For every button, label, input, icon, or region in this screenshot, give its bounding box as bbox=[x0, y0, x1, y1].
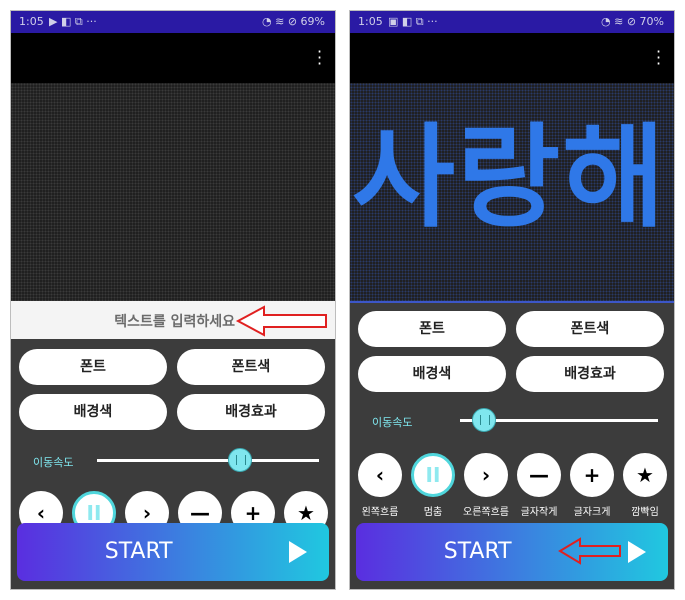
notification-icons: ▣ ◧ ⧉ ··· bbox=[388, 15, 438, 28]
more-options-icon[interactable]: · · · bbox=[317, 44, 322, 72]
app-bar: · · · bbox=[11, 33, 335, 83]
battery-level: 70% bbox=[639, 15, 664, 28]
led-display bbox=[11, 83, 335, 301]
more-options-icon[interactable]: · · · bbox=[656, 44, 661, 72]
speed-label: 이동속도 bbox=[33, 456, 74, 469]
status-bar: 1:05 ▶ ◧ ⧉ ··· ◔ ≋ ⊘ 69% bbox=[11, 11, 335, 33]
speed-slider[interactable] bbox=[97, 459, 319, 462]
speed-label: 이동속도 bbox=[372, 416, 413, 429]
flow-right-label: 오른쪽흐름 bbox=[463, 507, 509, 518]
status-time: 1:05 bbox=[358, 15, 383, 28]
bg-color-button[interactable]: 배경색 bbox=[19, 394, 167, 430]
font-color-button[interactable]: 폰트색 bbox=[516, 311, 664, 347]
blink-label: 깜빡임 bbox=[631, 507, 659, 518]
text-smaller-button[interactable]: — bbox=[517, 453, 561, 497]
signal-icons: ◔ ≋ ⊘ bbox=[601, 15, 640, 28]
font-button[interactable]: 폰트 bbox=[19, 349, 167, 385]
bg-effect-button[interactable]: 배경효과 bbox=[516, 356, 664, 392]
blink-button[interactable]: ★ bbox=[623, 453, 667, 497]
divider bbox=[350, 301, 674, 303]
status-right: ◔ ≋ ⊘ 69% bbox=[262, 15, 325, 28]
speed-slider-thumb[interactable] bbox=[472, 408, 496, 432]
status-bar: 1:05 ▣ ◧ ⧉ ··· ◔ ≋ ⊘ 70% bbox=[350, 11, 674, 33]
play-icon bbox=[628, 541, 646, 563]
font-color-button[interactable]: 폰트색 bbox=[177, 349, 325, 385]
pause-button[interactable]: II bbox=[411, 453, 455, 497]
left-phone-screen: 1:05 ▶ ◧ ⧉ ··· ◔ ≋ ⊘ 69% · · · 텍스트를 입력하세요 … bbox=[10, 10, 336, 590]
pause-label: 멈춤 bbox=[423, 507, 443, 518]
right-phone-screen: 1:05 ▣ ◧ ⧉ ··· ◔ ≋ ⊘ 70% · · · 사랑해 폰트 폰트색 … bbox=[349, 10, 675, 590]
annotation-arrow-icon bbox=[235, 305, 327, 337]
start-label: START bbox=[104, 539, 173, 564]
bg-effect-button[interactable]: 배경효과 bbox=[177, 394, 325, 430]
status-right: ◔ ≋ ⊘ 70% bbox=[601, 15, 664, 28]
led-display: 사랑해 bbox=[350, 83, 674, 301]
flow-left-label: 왼쪽흐름 bbox=[361, 507, 399, 518]
text-smaller-label: 글자작게 bbox=[520, 507, 558, 518]
text-larger-button[interactable]: + bbox=[570, 453, 614, 497]
signal-icons: ◔ ≋ ⊘ bbox=[262, 15, 301, 28]
speed-slider-thumb[interactable] bbox=[228, 448, 252, 472]
font-button[interactable]: 폰트 bbox=[358, 311, 506, 347]
led-text: 사랑해 bbox=[352, 113, 668, 243]
flow-left-button[interactable]: ‹ bbox=[358, 453, 402, 497]
play-icon bbox=[289, 541, 307, 563]
notification-icons: ▶ ◧ ⧉ ··· bbox=[49, 15, 97, 28]
start-button[interactable]: START bbox=[17, 523, 329, 581]
text-input-placeholder: 텍스트를 입력하세요 bbox=[114, 314, 235, 330]
battery-level: 69% bbox=[300, 15, 325, 28]
app-bar: · · · bbox=[350, 33, 674, 83]
flow-right-button[interactable]: › bbox=[464, 453, 508, 497]
status-time: 1:05 bbox=[19, 15, 44, 28]
text-larger-label: 글자크게 bbox=[573, 507, 611, 518]
annotation-arrow-icon bbox=[558, 537, 621, 565]
bg-color-button[interactable]: 배경색 bbox=[358, 356, 506, 392]
